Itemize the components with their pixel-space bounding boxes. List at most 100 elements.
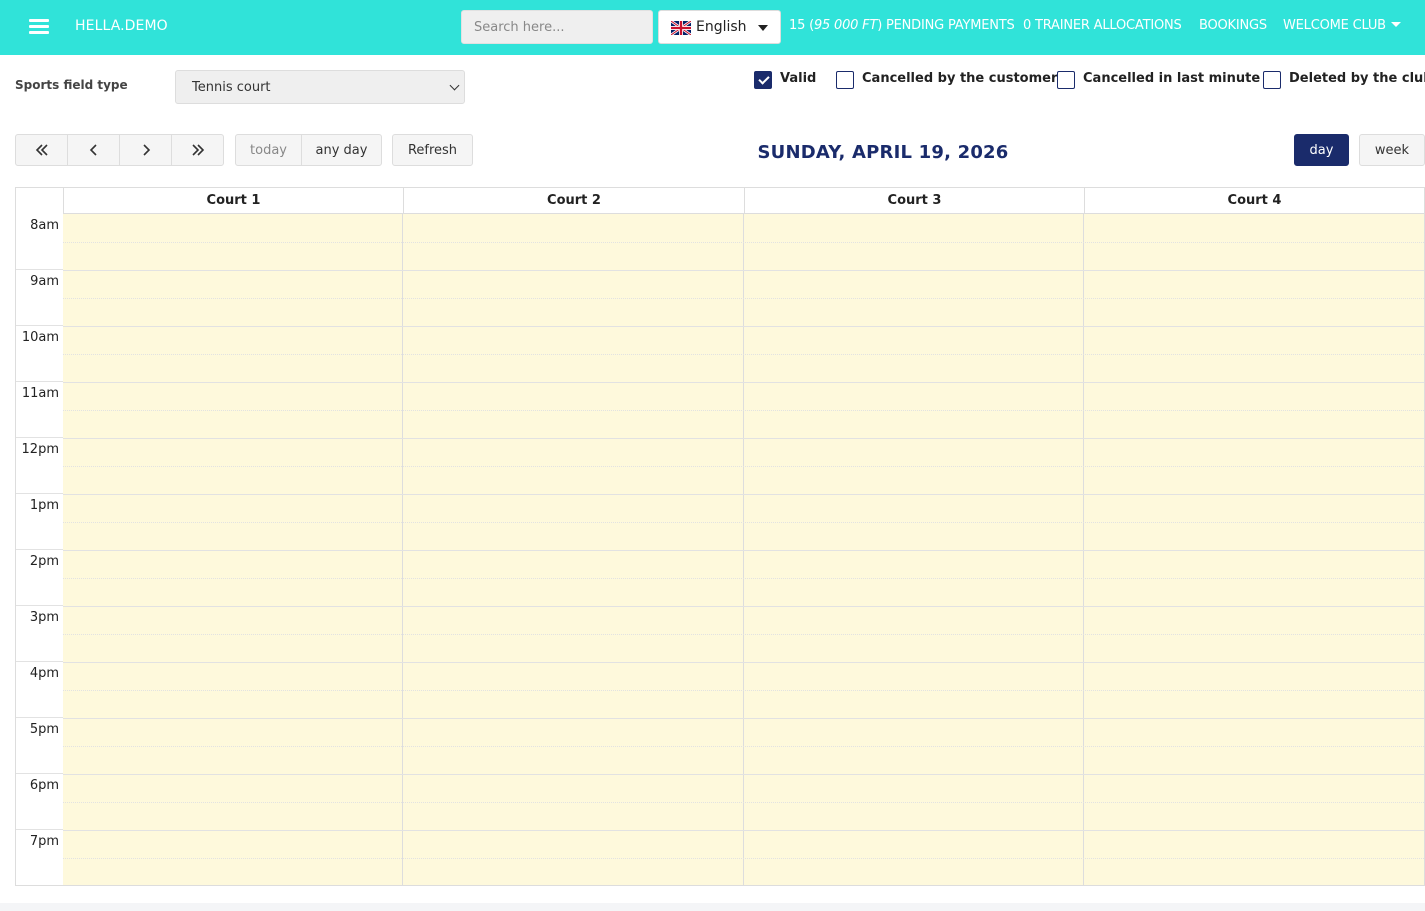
half-hour-line bbox=[63, 242, 1424, 243]
search-input[interactable] bbox=[461, 10, 653, 44]
next-year-button[interactable] bbox=[171, 134, 224, 166]
language-selector[interactable]: English bbox=[658, 10, 781, 44]
column-header-court-2: Court 2 bbox=[403, 188, 744, 213]
hour-line bbox=[63, 382, 1424, 383]
column-header-court-3: Court 3 bbox=[744, 188, 1084, 213]
calendar-grid: Court 1 Court 2 Court 3 Court 4 8am 9am 10… bbox=[15, 187, 1425, 886]
hour-divider bbox=[16, 493, 63, 494]
navigation-buttons bbox=[15, 134, 224, 166]
hour-divider bbox=[16, 381, 63, 382]
double-chevron-right-icon bbox=[191, 144, 204, 156]
time-label: 8am bbox=[30, 218, 59, 233]
menu-icon[interactable] bbox=[29, 17, 49, 35]
hour-line bbox=[63, 270, 1424, 271]
next-button[interactable] bbox=[119, 134, 172, 166]
hour-line bbox=[63, 550, 1424, 551]
time-axis: 8am 9am 10am 11am 12pm 1pm 2pm 3pm 4pm 5pm 6pm 7pm bbox=[16, 213, 63, 885]
hour-line bbox=[63, 494, 1424, 495]
half-hour-line bbox=[63, 858, 1424, 859]
hour-line bbox=[63, 662, 1424, 663]
chevron-down-icon bbox=[449, 80, 460, 91]
sports-field-type-label: Sports field type bbox=[15, 78, 128, 92]
top-navbar: HELLA.DEMO English 15 (95 000 FT) PENDIN… bbox=[0, 0, 1425, 55]
day-shortcut-buttons: today any day bbox=[235, 134, 382, 166]
checkbox-box[interactable] bbox=[754, 71, 772, 89]
hour-divider bbox=[16, 773, 63, 774]
pending-amount: 95 000 FT bbox=[813, 18, 878, 33]
half-hour-line bbox=[63, 690, 1424, 691]
check-icon bbox=[758, 73, 770, 85]
filter-bar: Sports field type Tennis court Valid Can… bbox=[0, 55, 1425, 118]
welcome-club-label: WELCOME CLUB bbox=[1283, 18, 1386, 33]
calendar-panel: today any day Refresh SUNDAY, APRIL 19, … bbox=[0, 118, 1425, 903]
sports-field-type-select[interactable]: Tennis court bbox=[175, 70, 465, 104]
today-button[interactable]: today bbox=[235, 134, 302, 166]
chevron-left-icon bbox=[89, 144, 97, 156]
brand-name[interactable]: HELLA.DEMO bbox=[75, 18, 168, 34]
checkbox-box[interactable] bbox=[836, 71, 854, 89]
half-hour-line bbox=[63, 578, 1424, 579]
time-label: 5pm bbox=[29, 722, 59, 737]
hour-line bbox=[63, 606, 1424, 607]
refresh-group: Refresh bbox=[392, 134, 473, 166]
double-chevron-left-icon bbox=[35, 144, 48, 156]
trainer-allocations-link[interactable]: 0 TRAINER ALLOCATIONS bbox=[1023, 18, 1182, 33]
checkbox-label: Cancelled by the customer bbox=[862, 71, 1058, 86]
sports-field-type-value: Tennis court bbox=[192, 80, 271, 95]
welcome-club-menu[interactable]: WELCOME CLUB bbox=[1283, 18, 1401, 33]
caret-down-icon bbox=[1390, 22, 1401, 27]
any-day-button[interactable]: any day bbox=[301, 134, 382, 166]
hour-divider bbox=[16, 437, 63, 438]
time-label: 11am bbox=[21, 386, 59, 401]
prev-year-button[interactable] bbox=[15, 134, 68, 166]
time-label: 10am bbox=[21, 330, 59, 345]
prev-button[interactable] bbox=[67, 134, 120, 166]
checkbox-box[interactable] bbox=[1263, 71, 1281, 89]
half-hour-line bbox=[63, 746, 1424, 747]
time-label: 4pm bbox=[29, 666, 59, 681]
time-slots-area[interactable] bbox=[63, 213, 1424, 886]
checkbox-box[interactable] bbox=[1057, 71, 1075, 89]
half-hour-line bbox=[63, 466, 1424, 467]
hour-divider bbox=[16, 829, 63, 830]
time-label: 1pm bbox=[29, 498, 59, 513]
view-week-group: week bbox=[1359, 134, 1425, 166]
hour-divider bbox=[16, 269, 63, 270]
half-hour-line bbox=[63, 802, 1424, 803]
hour-line bbox=[63, 326, 1424, 327]
hour-divider bbox=[16, 325, 63, 326]
view-day-button[interactable]: day bbox=[1294, 134, 1349, 166]
view-week-button[interactable]: week bbox=[1359, 134, 1425, 166]
time-label: 9am bbox=[30, 274, 59, 289]
hour-divider bbox=[16, 717, 63, 718]
hour-line bbox=[63, 718, 1424, 719]
caret-down-icon bbox=[758, 25, 768, 31]
checkbox-label: Deleted by the club bbox=[1289, 71, 1425, 86]
pending-count: 15 ( bbox=[789, 18, 814, 33]
column-header-court-4: Court 4 bbox=[1084, 188, 1424, 213]
hour-line bbox=[63, 830, 1424, 831]
half-hour-line bbox=[63, 522, 1424, 523]
chevron-right-icon bbox=[142, 144, 150, 156]
checkbox-label: Valid bbox=[780, 71, 817, 86]
hour-line bbox=[63, 438, 1424, 439]
hour-divider bbox=[16, 549, 63, 550]
checkbox-label: Cancelled in last minute bbox=[1083, 71, 1261, 86]
half-hour-line bbox=[63, 634, 1424, 635]
column-header-court-1: Court 1 bbox=[63, 188, 403, 213]
language-label: English bbox=[696, 19, 747, 35]
hour-divider bbox=[16, 605, 63, 606]
half-hour-line bbox=[63, 298, 1424, 299]
uk-flag-icon bbox=[671, 21, 691, 35]
view-day-group: day bbox=[1294, 134, 1349, 166]
bookings-link[interactable]: BOOKINGS bbox=[1199, 18, 1267, 33]
time-label: 6pm bbox=[29, 778, 59, 793]
time-label: 3pm bbox=[29, 610, 59, 625]
pending-payments-link[interactable]: 15 (95 000 FT) PENDING PAYMENTS bbox=[789, 18, 1015, 33]
pending-suffix: ) PENDING PAYMENTS bbox=[877, 18, 1015, 33]
half-hour-line bbox=[63, 354, 1424, 355]
time-label: 7pm bbox=[29, 834, 59, 849]
refresh-button[interactable]: Refresh bbox=[392, 134, 473, 166]
time-label: 12pm bbox=[21, 442, 59, 457]
half-hour-line bbox=[63, 410, 1424, 411]
